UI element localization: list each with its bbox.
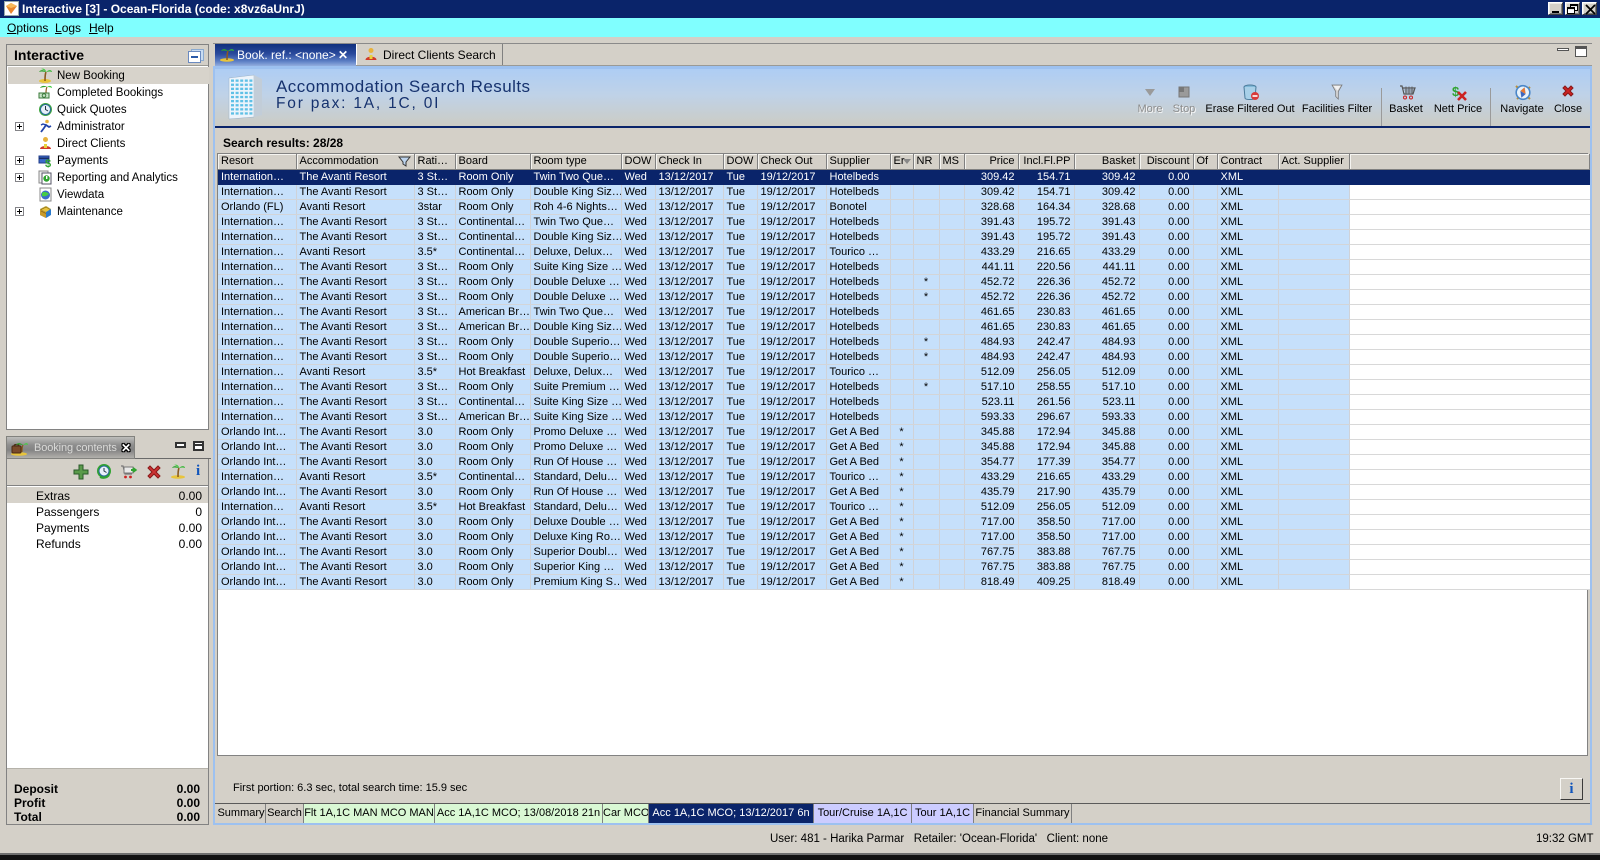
svg-text:$: $: [45, 158, 51, 168]
